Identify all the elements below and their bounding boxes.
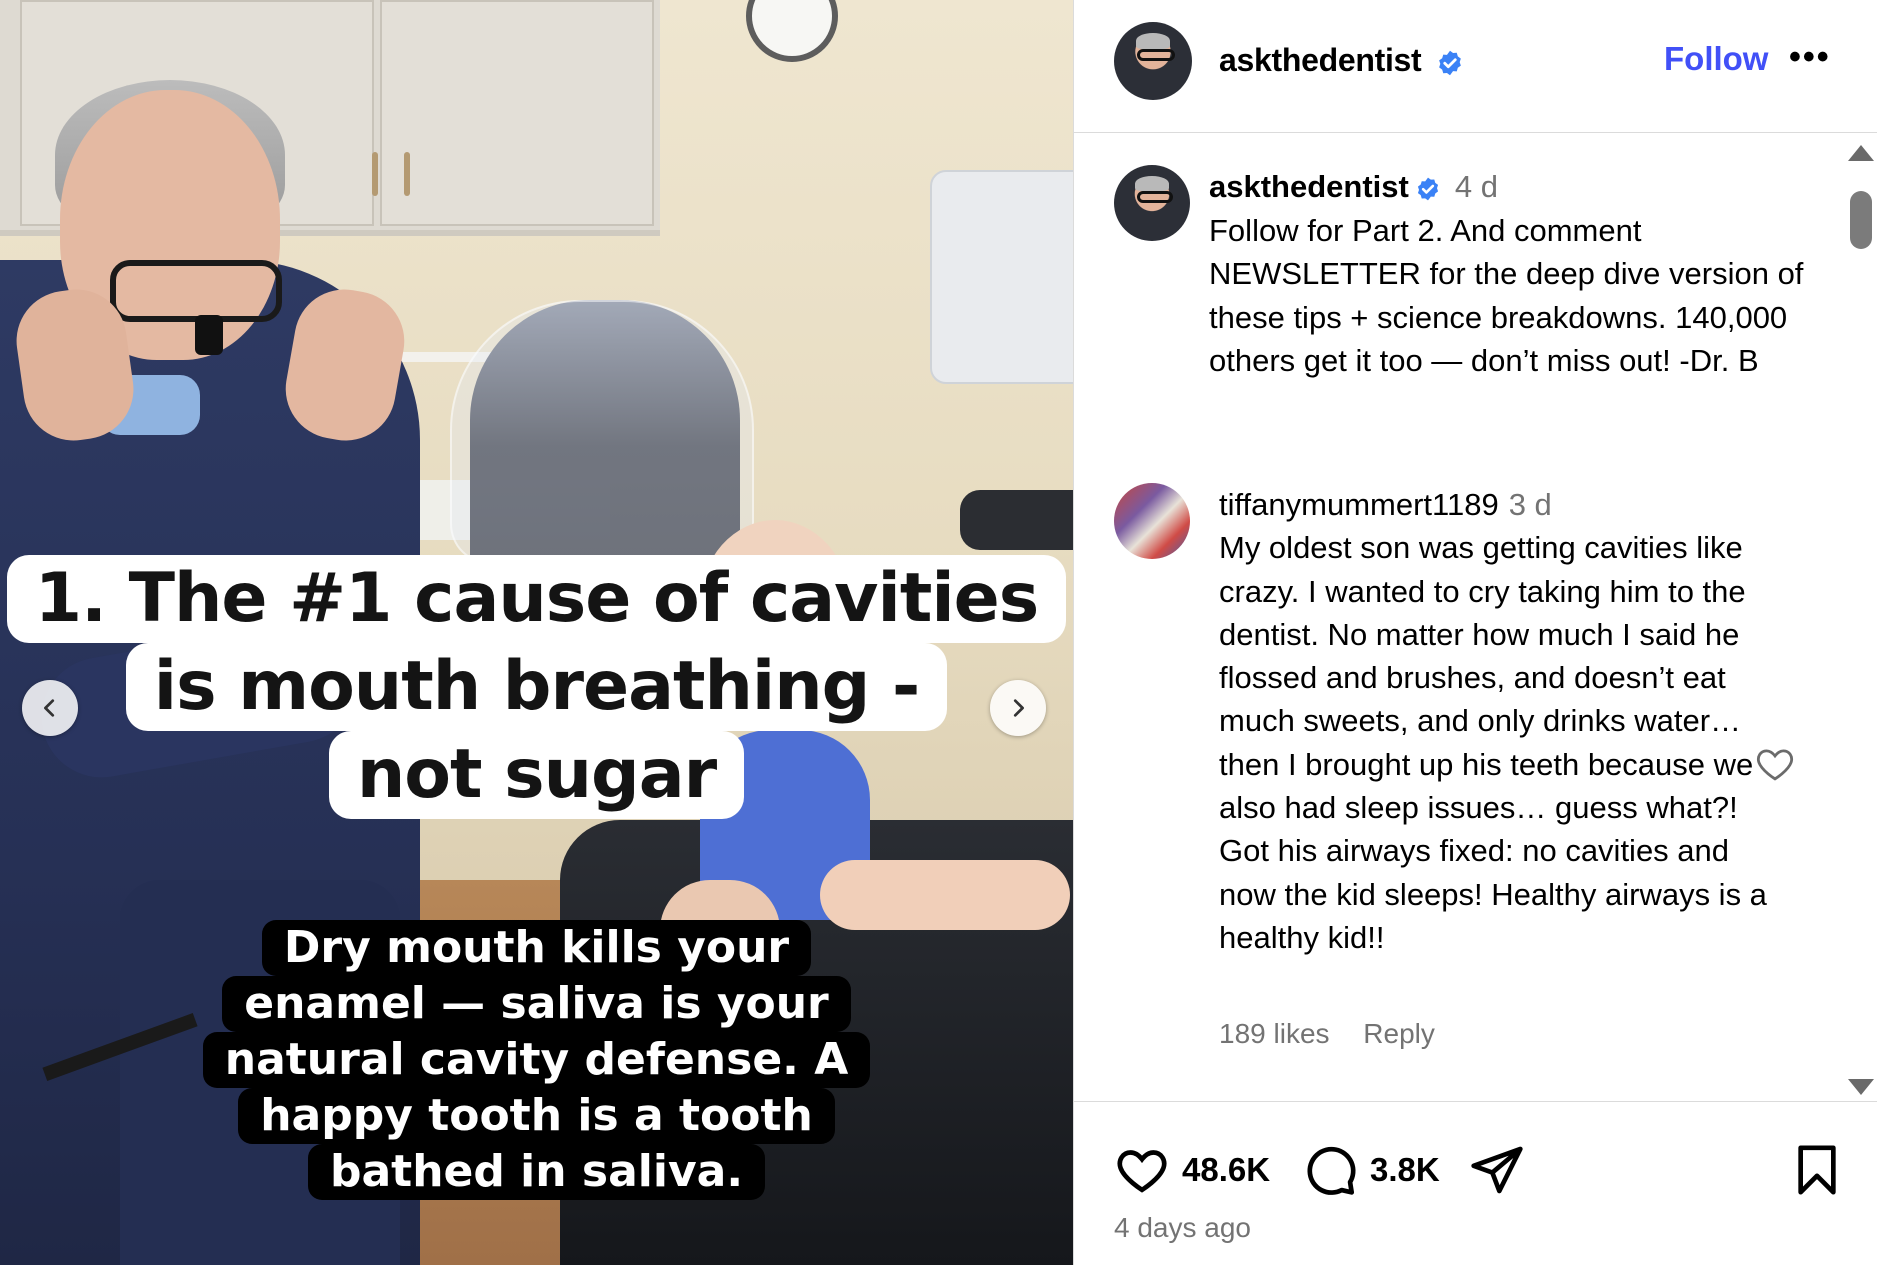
subtext-line: happy tooth is a tooth bbox=[238, 1088, 835, 1144]
scroll-up-arrow-icon[interactable] bbox=[1848, 145, 1874, 161]
carousel-next-button[interactable] bbox=[990, 680, 1046, 736]
post-media[interactable]: 1. The #1 cause of cavities is mouth bre… bbox=[0, 0, 1073, 1265]
verified-badge-icon bbox=[1417, 177, 1438, 201]
paper-plane-icon[interactable] bbox=[1469, 1142, 1525, 1198]
share-action[interactable] bbox=[1469, 1142, 1525, 1198]
post-side-panel: askthedentist Follow ••• askthedentist 4 … bbox=[1073, 0, 1877, 1265]
post-date[interactable]: 4 days ago bbox=[1114, 1212, 1251, 1244]
carousel-prev-button[interactable] bbox=[22, 680, 78, 736]
headline-line: is mouth breathing - bbox=[125, 643, 948, 731]
scrollbar-thumb[interactable] bbox=[1850, 191, 1872, 249]
heart-icon[interactable] bbox=[1114, 1142, 1170, 1198]
comments-list[interactable]: askthedentist 4 d Follow for Part 2. And … bbox=[1074, 133, 1877, 1101]
follow-button[interactable]: Follow bbox=[1664, 40, 1768, 78]
like-action[interactable]: 48.6K bbox=[1114, 1142, 1270, 1198]
verified-badge-icon bbox=[1439, 50, 1461, 75]
chevron-right-icon bbox=[1013, 699, 1024, 717]
comment-bubble-icon[interactable] bbox=[1302, 1142, 1358, 1198]
save-action[interactable] bbox=[1789, 1142, 1845, 1198]
comment-username[interactable]: tiffanymummert1189 bbox=[1219, 487, 1499, 522]
comment-text: My oldest son was getting cavities like … bbox=[1219, 530, 1767, 955]
likes-count: 48.6K bbox=[1182, 1151, 1271, 1188]
subtext-line: Dry mouth kills your bbox=[261, 920, 812, 976]
author-username-row: askthedentist bbox=[1219, 42, 1464, 79]
author-username[interactable]: askthedentist bbox=[1219, 42, 1422, 78]
comment-action[interactable]: 3.8K bbox=[1302, 1142, 1440, 1198]
post-caption: askthedentist 4 d Follow for Part 2. And … bbox=[1209, 165, 1809, 383]
media-headline: 1. The #1 cause of cavities is mouth bre… bbox=[0, 555, 1073, 819]
comment-footer: 189 likes Reply bbox=[1219, 1018, 1461, 1050]
caption-text: Follow for Part 2. And comment NEWSLETTE… bbox=[1209, 212, 1804, 379]
comments-count: 3.8K bbox=[1370, 1151, 1440, 1188]
media-subtext: Dry mouth kills your enamel — saliva is … bbox=[0, 920, 1073, 1200]
more-options-icon[interactable]: ••• bbox=[1789, 38, 1831, 77]
subtext-line: natural cavity defense. A bbox=[202, 1032, 871, 1088]
comment-likes[interactable]: 189 likes bbox=[1219, 1018, 1330, 1049]
bookmark-icon[interactable] bbox=[1789, 1142, 1845, 1198]
scroll-down-arrow-icon[interactable] bbox=[1848, 1079, 1874, 1095]
comment-time[interactable]: 3 d bbox=[1509, 487, 1552, 522]
headline-line: 1. The #1 cause of cavities bbox=[6, 555, 1067, 643]
comment-item: tiffanymummert1189 3 d My oldest son was … bbox=[1219, 483, 1779, 959]
subtext-line: enamel — saliva is your bbox=[222, 976, 851, 1032]
headline-line: not sugar bbox=[328, 731, 745, 819]
subtext-line: bathed in saliva. bbox=[307, 1144, 766, 1200]
caption-author-avatar[interactable] bbox=[1114, 165, 1190, 241]
author-avatar[interactable] bbox=[1114, 22, 1192, 100]
like-comment-heart-icon[interactable] bbox=[1754, 743, 1796, 785]
post-actions: 48.6K 3.8K 4 days ago bbox=[1074, 1101, 1877, 1266]
chevron-left-icon bbox=[44, 699, 55, 717]
commenter-avatar[interactable] bbox=[1114, 483, 1190, 559]
reply-button[interactable]: Reply bbox=[1363, 1018, 1435, 1049]
comments-scrollbar[interactable] bbox=[1838, 145, 1877, 1095]
caption-username[interactable]: askthedentist bbox=[1209, 169, 1409, 204]
caption-time[interactable]: 4 d bbox=[1455, 169, 1498, 204]
post-header: askthedentist Follow ••• bbox=[1074, 0, 1877, 133]
